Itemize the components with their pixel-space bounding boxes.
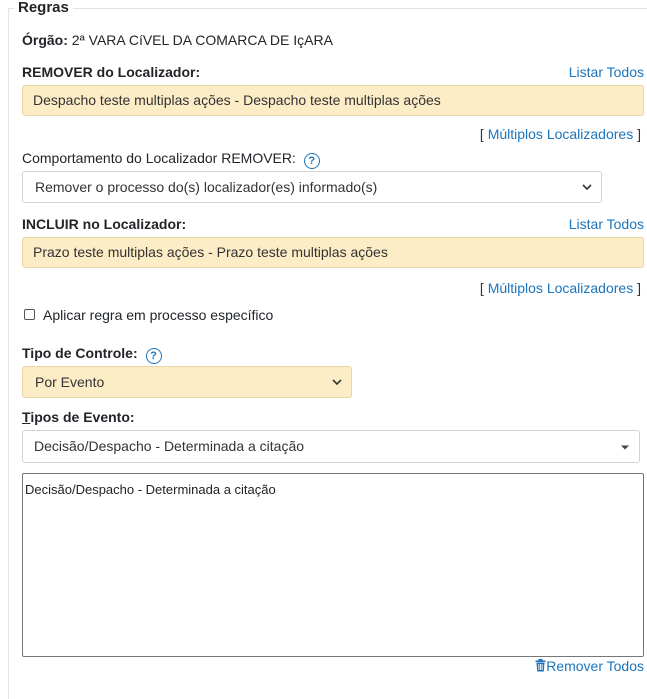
tipos-evento-label: Tipos de Evento:	[22, 409, 135, 425]
tipo-controle-label: Tipo de Controle:	[22, 345, 138, 361]
incluir-multi-open-bracket: [	[479, 280, 484, 296]
remover-localizador-input[interactable]: Despacho teste multiplas ações - Despach…	[22, 85, 644, 116]
remover-todos-link[interactable]: Remover Todos	[535, 658, 644, 674]
regras-legend: Regras	[14, 0, 73, 16]
tipos-evento-label-rest: ipos de Evento:	[30, 409, 135, 425]
remover-multi-close-bracket: ]	[637, 126, 641, 142]
orgao-label: Órgão:	[22, 32, 68, 48]
remover-listar-todos-link[interactable]: Listar Todos	[569, 64, 644, 80]
remover-multi-open-bracket: [	[479, 126, 484, 142]
tipos-evento-textarea[interactable]: Decisão/Despacho - Determinada a citação	[22, 473, 644, 657]
incluir-multiplos-localizadores-link[interactable]: Múltiplos Localizadores	[488, 280, 634, 296]
trash-icon	[535, 659, 546, 672]
tipo-controle-selected: Por Evento	[35, 374, 105, 390]
incluir-listar-todos-link[interactable]: Listar Todos	[569, 216, 644, 232]
comportamento-selected: Remover o processo do(s) localizador(es)…	[35, 179, 378, 195]
comportamento-label: Comportamento do Localizador REMOVER:	[22, 150, 296, 166]
tipos-evento-selected: Decisão/Despacho - Determinada a citação	[34, 438, 305, 454]
orgao-row: Órgão: 2ª VARA CíVEL DA COMARCA DE IçARA	[22, 32, 333, 48]
incluir-label: INCLUIR no Localizador:	[22, 216, 187, 232]
incluir-localizador-input[interactable]: Prazo teste multiplas ações - Prazo test…	[22, 237, 644, 268]
caret-down-icon	[621, 445, 629, 450]
incluir-multiplos-localizadores: [ Múltiplos Localizadores ]	[480, 280, 641, 296]
chevron-down-icon	[582, 184, 592, 191]
remover-label: REMOVER do Localizador:	[22, 64, 201, 80]
remover-multiplos-localizadores-link[interactable]: Múltiplos Localizadores	[488, 126, 634, 142]
tipo-controle-help-icon[interactable]: ?	[145, 348, 162, 364]
tipo-controle-select[interactable]: Por Evento	[22, 366, 352, 398]
orgao-value: 2ª VARA CíVEL DA COMARCA DE IçARA	[71, 32, 333, 48]
comportamento-select[interactable]: Remover o processo do(s) localizador(es)…	[22, 171, 602, 203]
comportamento-row: Comportamento do Localizador REMOVER: ?	[22, 150, 320, 169]
remover-todos-label: Remover Todos	[546, 658, 644, 674]
aplicar-regra-label[interactable]: Aplicar regra em processo específico	[43, 307, 273, 323]
tipo-controle-row: Tipo de Controle: ?	[22, 345, 162, 364]
chevron-down-icon	[332, 379, 342, 386]
aplicar-regra-checkbox[interactable]	[24, 309, 35, 320]
remover-multiplos-localizadores: [ Múltiplos Localizadores ]	[480, 126, 641, 142]
incluir-multi-close-bracket: ]	[637, 280, 641, 296]
comportamento-help-icon[interactable]: ?	[303, 153, 320, 169]
tipos-evento-select[interactable]: Decisão/Despacho - Determinada a citação	[22, 430, 640, 463]
